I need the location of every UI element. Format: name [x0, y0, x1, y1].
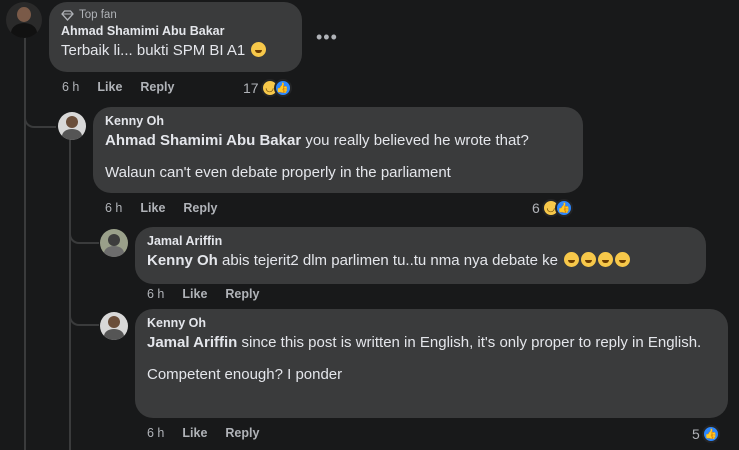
avatar[interactable] — [58, 112, 86, 140]
tears-of-joy-emoji-icon — [564, 252, 580, 267]
reply-button[interactable]: Reply — [183, 201, 217, 215]
timestamp[interactable]: 6 h — [147, 426, 164, 440]
reaction-summary[interactable]: 17 ◡ 👍 — [243, 79, 292, 97]
mention-link[interactable]: Kenny Oh — [147, 252, 218, 269]
thread-line-main — [24, 32, 26, 450]
comment-author[interactable]: Kenny Oh — [105, 114, 571, 128]
comment-author[interactable]: Jamal Ariffin — [147, 234, 694, 248]
sweat-smile-emoji-icon — [598, 252, 614, 267]
reaction-count: 17 — [243, 80, 259, 96]
like-button[interactable]: Like — [182, 287, 207, 301]
comment-text: Kenny Oh abis tejerit2 dlm parlimen tu..… — [147, 251, 694, 271]
comment-text-content: since this post is written in English, i… — [237, 334, 702, 351]
sweat-smile-emoji-icon — [615, 252, 631, 267]
badge-label: Top fan — [79, 9, 117, 21]
reaction-summary[interactable]: 5 👍 — [692, 425, 720, 443]
timestamp[interactable]: 6 h — [62, 80, 79, 94]
avatar[interactable] — [6, 2, 42, 38]
comment-actions: 6 h Like Reply — [105, 201, 235, 215]
comment-actions: 6 h Like Reply — [62, 80, 192, 94]
comment-author[interactable]: Ahmad Shamimi Abu Bakar — [61, 24, 290, 38]
thread-elbow-kenny — [24, 100, 56, 128]
like-button[interactable]: Like — [182, 426, 207, 440]
timestamp[interactable]: 6 h — [105, 201, 122, 215]
comment-text-2: Walaun can't even debate properly in the… — [105, 164, 451, 181]
comment-bubble: Kenny Oh Jamal Ariffin since this post i… — [135, 309, 728, 418]
mention-link[interactable]: Jamal Ariffin — [147, 334, 237, 351]
top-fan-diamond-icon — [61, 9, 74, 21]
reply-button[interactable]: Reply — [225, 426, 259, 440]
thread-line-kenny — [69, 140, 71, 450]
comment-text-content: you really believed he wrote that? — [301, 132, 529, 149]
avatar[interactable] — [100, 312, 128, 340]
comment-text: Jamal Ariffin since this post is written… — [147, 333, 716, 353]
like-button[interactable]: Like — [140, 201, 165, 215]
comment-bubble: Kenny Oh Ahmad Shamimi Abu Bakar you rea… — [93, 107, 583, 193]
comment-actions: 6 h Like Reply — [147, 426, 277, 440]
thread-elbow-jamal — [69, 218, 99, 244]
mention-link[interactable]: Ahmad Shamimi Abu Bakar — [105, 132, 301, 149]
comment-bubble: Jamal Ariffin Kenny Oh abis tejerit2 dlm… — [135, 227, 706, 284]
more-options-icon[interactable]: ••• — [316, 27, 338, 48]
reply-button[interactable]: Reply — [140, 80, 174, 94]
comment-author[interactable]: Kenny Oh — [147, 316, 716, 330]
reply-button[interactable]: Reply — [225, 287, 259, 301]
comment-text: Terbaik li... bukti SPM BI A1 — [61, 41, 290, 61]
sweat-smile-emoji-icon — [251, 42, 267, 57]
like-reaction-icon: 👍 — [701, 425, 720, 443]
comment-text-content: abis tejerit2 dlm parlimen tu..tu nma ny… — [217, 252, 563, 269]
rofl-emoji-icon — [581, 252, 597, 267]
timestamp[interactable]: 6 h — [147, 287, 164, 301]
top-fan-badge: Top fan — [61, 9, 290, 21]
comment-text-2: Competent enough? I ponder — [147, 366, 343, 383]
like-button[interactable]: Like — [97, 80, 122, 94]
reaction-count: 6 — [532, 200, 540, 216]
comment-text: Ahmad Shamimi Abu Bakar you really belie… — [105, 131, 571, 151]
like-reaction-icon: 👍 — [273, 79, 292, 97]
comment-bubble: Top fan Ahmad Shamimi Abu Bakar Terbaik … — [49, 2, 302, 72]
reaction-count: 5 — [692, 426, 700, 442]
avatar[interactable] — [100, 229, 128, 257]
thread-elbow-kenny2 — [69, 300, 99, 326]
comment-actions: 6 h Like Reply — [147, 287, 277, 301]
like-reaction-icon: 👍 — [554, 199, 573, 217]
reaction-summary[interactable]: 6 ◡ 👍 — [532, 199, 573, 217]
comment-text-content: Terbaik li... bukti SPM BI A1 — [61, 42, 246, 59]
